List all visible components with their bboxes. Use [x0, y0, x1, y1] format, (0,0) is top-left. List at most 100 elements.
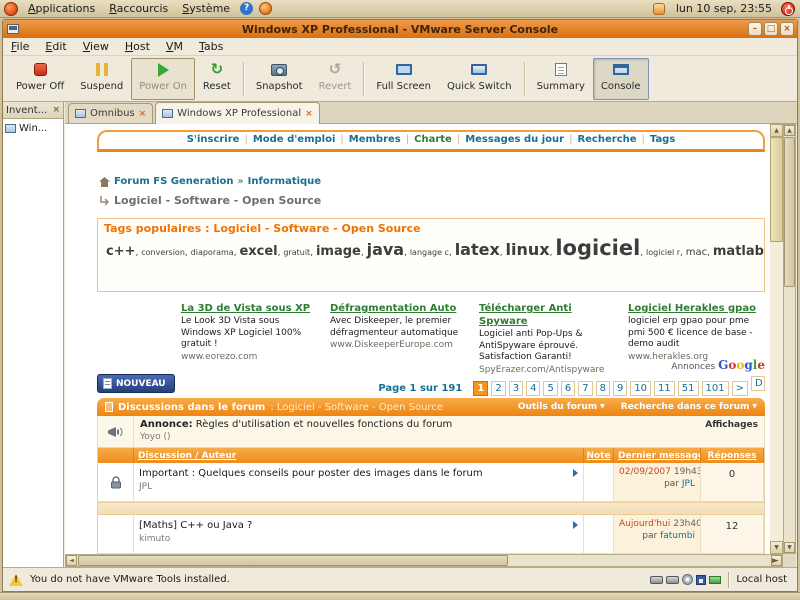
tag-link[interactable]: linux	[506, 240, 556, 259]
tag-link[interactable]: latex	[455, 240, 506, 259]
console-vertical-scrollbar[interactable]: ▲ ▼	[783, 124, 796, 554]
tag-link[interactable]: diaporama	[191, 248, 240, 257]
power-off-button[interactable]: Power Off	[8, 58, 72, 100]
tab-omnibus[interactable]: Omnibus ×	[68, 103, 154, 123]
tag-link[interactable]: langage c	[410, 248, 455, 257]
ad-title-link[interactable]: La 3D de Vista sous XP	[181, 302, 320, 315]
breadcrumb-section-link[interactable]: Informatique	[248, 176, 321, 187]
summary-button[interactable]: Summary	[529, 58, 593, 100]
page-number-link[interactable]: 11	[654, 381, 675, 396]
last-poster-link[interactable]: JPL	[682, 479, 695, 489]
page-number-link[interactable]: 3	[508, 381, 524, 396]
tag-link[interactable]: logiciel	[555, 236, 646, 260]
goto-last-post-icon[interactable]	[573, 521, 578, 529]
page-number-link[interactable]: 9	[612, 381, 628, 396]
tab-close-icon[interactable]: ×	[139, 109, 147, 119]
menu-vm[interactable]: VM	[158, 39, 191, 54]
page-number-link[interactable]: 6	[560, 381, 576, 396]
nav-link-register[interactable]: S'inscrire	[187, 134, 253, 145]
goto-last-post-icon[interactable]	[573, 469, 578, 477]
menu-places[interactable]: Raccourcis	[102, 1, 175, 16]
nav-link-search[interactable]: Recherche	[577, 134, 649, 145]
inventory-close-icon[interactable]: ×	[52, 105, 60, 115]
guest-browser-scrollbar[interactable]: ▲ ▼	[770, 124, 783, 554]
header-note[interactable]: Note	[584, 448, 614, 463]
scroll-down-icon[interactable]: ▼	[784, 542, 795, 553]
console-horizontal-scrollbar[interactable]: ◄ ►	[65, 554, 783, 567]
thread-title-link[interactable]: Important : Quelques conseils pour poste…	[139, 468, 483, 479]
ad-title-link[interactable]: Défragmentation Auto	[330, 302, 469, 315]
menu-view[interactable]: View	[75, 39, 117, 54]
tag-link[interactable]: excel	[239, 244, 283, 259]
menu-file[interactable]: File	[3, 39, 37, 54]
window-menu-icon[interactable]	[7, 24, 19, 34]
header-replies[interactable]: Réponses	[701, 448, 764, 463]
thread-author-link[interactable]: kimuto	[139, 534, 578, 544]
nav-link-help[interactable]: Mode d'emploi	[253, 134, 349, 145]
last-poster-link[interactable]: fatumbi	[660, 531, 695, 541]
distro-logo-icon[interactable]	[4, 1, 18, 16]
tab-close-icon[interactable]: ×	[305, 109, 313, 119]
floppy-icon[interactable]	[696, 574, 707, 585]
breadcrumb-home-link[interactable]: Forum FS Generation	[114, 176, 234, 187]
last-page-link[interactable]: D	[751, 376, 765, 391]
console-button[interactable]: Console	[592, 57, 649, 100]
nav-link-charter[interactable]: Charte	[414, 134, 465, 145]
browser-launcher-icon[interactable]	[259, 2, 273, 15]
harddisk-icon[interactable]	[666, 575, 680, 584]
nav-link-members[interactable]: Membres	[349, 134, 414, 145]
forum-search-menu[interactable]: Recherche dans ce forum ▼	[621, 402, 757, 412]
revert-button[interactable]: ↺ Revert	[311, 58, 360, 100]
menu-edit[interactable]: Edit	[37, 39, 74, 54]
scrollbar-thumb[interactable]	[784, 137, 795, 287]
notification-icon[interactable]	[652, 2, 665, 15]
page-number-link[interactable]: 8	[595, 381, 610, 396]
menu-host[interactable]: Host	[117, 39, 158, 54]
tag-link[interactable]: image	[316, 244, 367, 259]
tag-link[interactable]: conversion	[141, 248, 190, 257]
announcement-title-link[interactable]: Règles d'utilisation et nouvelles foncti…	[196, 419, 453, 430]
quick-switch-button[interactable]: Quick Switch	[439, 58, 520, 100]
menu-system[interactable]: Système	[175, 1, 237, 16]
header-discussion[interactable]: Discussion / Auteur	[134, 448, 584, 463]
reset-button[interactable]: ↻ Reset	[195, 58, 239, 100]
menu-tabs[interactable]: Tabs	[191, 39, 231, 54]
tab-windows-xp-professional[interactable]: Windows XP Professional ×	[155, 102, 320, 124]
page-number-link[interactable]: 101	[701, 381, 729, 396]
google-logo[interactable]: Google	[718, 358, 765, 372]
network-icon[interactable]	[709, 575, 722, 584]
page-number-link[interactable]: 51	[677, 381, 699, 396]
header-last-message[interactable]: Dernier message▼	[614, 448, 701, 463]
tag-link[interactable]: gratuit	[283, 248, 316, 257]
help-icon[interactable]: ?	[240, 2, 254, 15]
scrollbar-thumb[interactable]	[78, 555, 508, 566]
scrollbar-thumb[interactable]	[770, 137, 783, 242]
tag-link[interactable]: matlab	[713, 244, 764, 259]
full-screen-button[interactable]: Full Screen	[368, 58, 439, 100]
snapshot-button[interactable]: Snapshot	[248, 58, 311, 100]
inventory-item-vm[interactable]: Win...	[3, 119, 63, 138]
ad-url-link[interactable]: www.DiskeeperEurope.com	[330, 340, 469, 352]
scroll-down-icon[interactable]: ▼	[770, 541, 783, 554]
suspend-button[interactable]: Suspend	[72, 58, 131, 100]
page-number-link[interactable]: 7	[578, 381, 593, 396]
page-number-link[interactable]: 5	[543, 381, 558, 396]
page-number-link[interactable]: 2	[491, 381, 506, 396]
new-thread-button[interactable]: NOUVEAU	[97, 374, 175, 393]
ad-title-link[interactable]: Télécharger Anti Spyware	[479, 302, 618, 328]
scroll-up-icon[interactable]: ▲	[784, 125, 795, 136]
tag-link[interactable]: logiciel r	[646, 248, 686, 257]
close-button[interactable]: ×	[780, 22, 794, 36]
clock[interactable]: lun 10 sep, 23:55	[670, 2, 778, 15]
scroll-up-icon[interactable]: ▲	[770, 124, 783, 137]
page-number-current[interactable]: 1	[473, 381, 489, 396]
nav-link-todays-posts[interactable]: Messages du jour	[465, 134, 577, 145]
tag-link[interactable]: mac	[686, 247, 713, 258]
page-number-link[interactable]: 10	[630, 381, 652, 396]
shutdown-icon[interactable]	[781, 1, 795, 16]
menu-applications[interactable]: Applications	[21, 1, 102, 16]
tag-link[interactable]: c++	[106, 244, 141, 259]
cdrom-icon[interactable]	[682, 574, 694, 585]
scroll-left-icon[interactable]: ◄	[66, 555, 77, 566]
next-page-link[interactable]: >	[731, 381, 748, 396]
